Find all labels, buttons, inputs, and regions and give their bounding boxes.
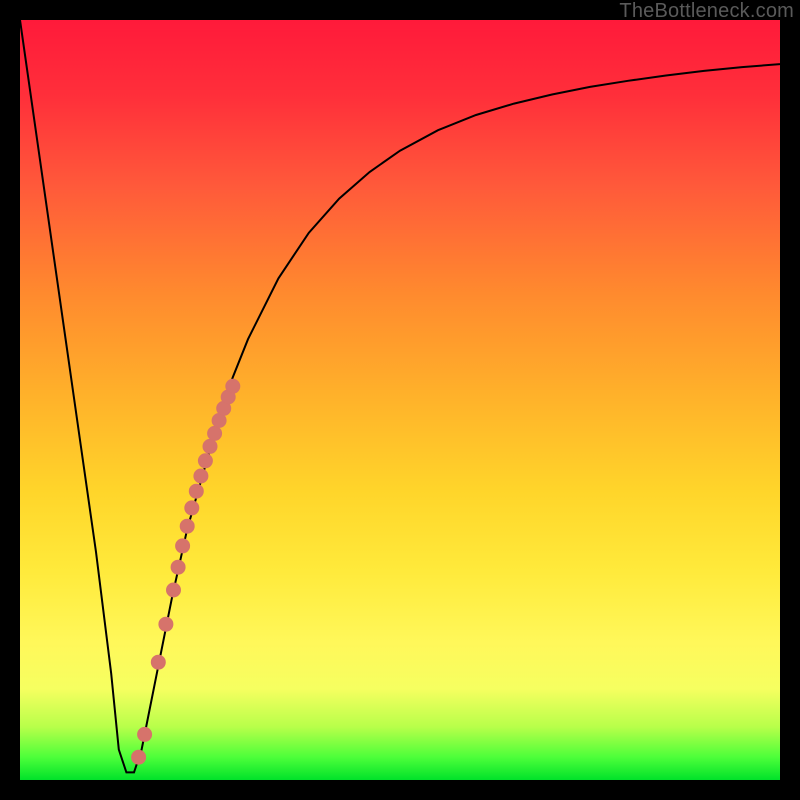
marker-point bbox=[185, 501, 199, 515]
marker-point bbox=[226, 379, 240, 393]
marker-point bbox=[203, 439, 217, 453]
marker-point bbox=[194, 469, 208, 483]
curve-layer bbox=[20, 20, 780, 780]
marker-point bbox=[132, 750, 146, 764]
chart-frame: TheBottleneck.com bbox=[0, 0, 800, 800]
marker-point bbox=[151, 655, 165, 669]
marker-point bbox=[159, 617, 173, 631]
marker-point bbox=[189, 484, 203, 498]
marker-point bbox=[208, 426, 222, 440]
plot-area bbox=[20, 20, 780, 780]
marker-group bbox=[132, 379, 240, 764]
marker-point bbox=[198, 454, 212, 468]
marker-point bbox=[180, 519, 194, 533]
marker-point bbox=[167, 583, 181, 597]
marker-point bbox=[176, 539, 190, 553]
marker-point bbox=[138, 727, 152, 741]
bottleneck-curve-path bbox=[20, 20, 780, 772]
marker-point bbox=[171, 560, 185, 574]
